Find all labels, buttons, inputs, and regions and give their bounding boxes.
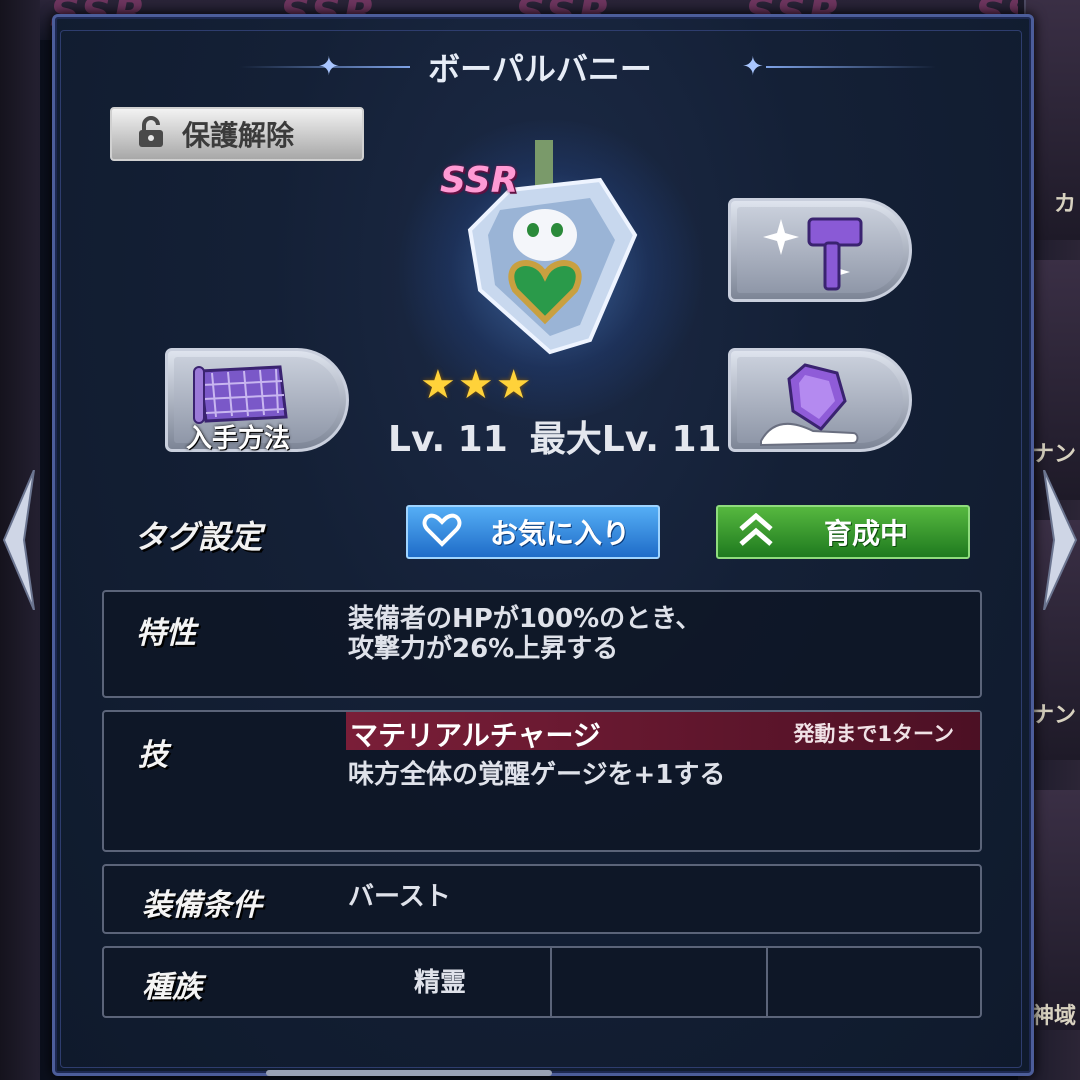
item-level: Lv. 11 最大Lv. 11 xyxy=(388,410,722,462)
trait-section: 特性 装備者のHPが100%のとき、 攻撃力が26%上昇する xyxy=(102,590,982,698)
equip-condition-label: 装備条件 xyxy=(142,888,262,923)
enhance-button[interactable] xyxy=(728,198,912,302)
unlock-icon xyxy=(134,115,168,153)
tribe-label: 種族 xyxy=(142,970,202,1005)
tribe-cell-divider xyxy=(766,948,768,1016)
map-scroll-icon xyxy=(193,365,288,424)
skill-description: 味方全体の覚醒ゲージを+1する xyxy=(348,760,726,790)
skill-section: マテリアルチャージ 発動まで1ターン 技 味方全体の覚醒ゲージを+1する xyxy=(102,710,982,852)
tribe-value: 精霊 xyxy=(414,968,467,998)
tribe-cell-divider xyxy=(550,948,552,1016)
training-tag-label: 育成中 xyxy=(824,517,909,550)
skill-label: 技 xyxy=(138,738,168,773)
tag-settings-label: タグ設定 xyxy=(134,518,263,556)
item-title: ボーパルバニー xyxy=(428,50,652,88)
title-sparkle-icon: ✦ xyxy=(318,52,340,82)
next-arrow-icon[interactable] xyxy=(1040,470,1080,610)
background-side-label: ナン xyxy=(1031,442,1076,467)
training-tag-button[interactable]: 育成中 xyxy=(716,505,970,559)
hammer-sparkle-icon xyxy=(763,217,863,291)
max-level: 最大Lv. 11 xyxy=(529,419,722,460)
background-side-label: カ xyxy=(1053,192,1076,217)
trait-line: 攻撃力が26%上昇する xyxy=(348,634,619,664)
scrollbar[interactable] xyxy=(266,1070,552,1076)
unprotect-button-label: 保護解除 xyxy=(182,119,295,152)
star-rating: ★★★ xyxy=(420,362,534,408)
tribe-section: 種族 精霊 xyxy=(102,946,982,1018)
gem-hand-icon xyxy=(760,363,859,447)
double-chevron-up-icon xyxy=(736,512,776,551)
skill-name: マテリアルチャージ xyxy=(350,719,601,752)
heart-icon xyxy=(422,513,462,551)
title-decoration-line xyxy=(766,66,936,68)
favorite-tag-button[interactable]: お気に入り xyxy=(406,505,660,559)
trait-description: 装備者のHPが100%のとき、 攻撃力が26%上昇する xyxy=(348,604,701,664)
background-side-label: 神域 xyxy=(1031,1004,1076,1029)
favorite-tag-label: お気に入り xyxy=(490,517,631,550)
previous-arrow-icon[interactable] xyxy=(0,470,36,610)
trait-line: 装備者のHPが100%のとき、 xyxy=(348,604,702,634)
equip-condition-value: バースト xyxy=(348,882,451,912)
skill-turns: 発動まで1ターン xyxy=(793,722,954,746)
title-sparkle-icon: ✦ xyxy=(742,52,764,82)
unprotect-button[interactable]: 保護解除 xyxy=(110,107,364,161)
gem-button[interactable] xyxy=(728,348,912,452)
current-level: Lv. 11 xyxy=(388,419,508,460)
rarity-badge: SSR xyxy=(440,160,519,201)
equip-condition-section: 装備条件 バースト xyxy=(102,864,982,934)
trait-label: 特性 xyxy=(136,616,196,651)
background-side-label: ナン xyxy=(1031,703,1076,728)
acquire-method-label: 入手方法 xyxy=(186,424,291,454)
